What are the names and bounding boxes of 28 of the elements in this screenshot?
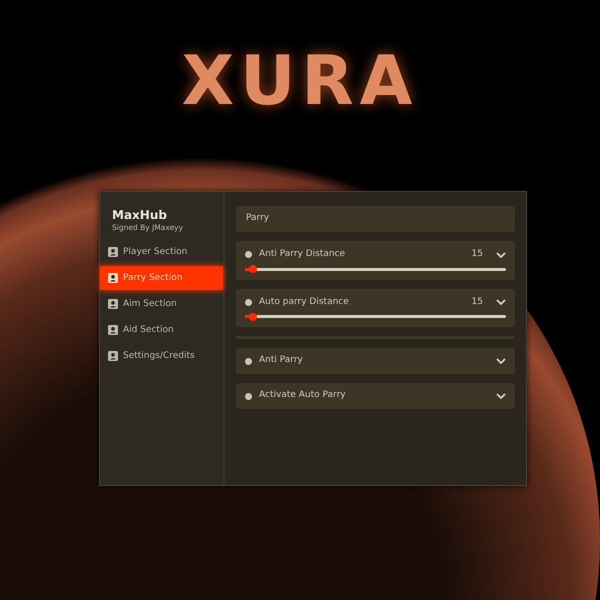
- slider-label: Anti Parry Distance: [259, 248, 346, 261]
- slider-thumb[interactable]: [249, 265, 258, 273]
- slider-track[interactable]: [245, 268, 506, 270]
- user-icon: [108, 299, 118, 310]
- section-header: Parry: [236, 206, 515, 232]
- slider-value: 15: [472, 296, 483, 308]
- logo-text: XURA: [182, 48, 418, 116]
- slider-value: 15: [472, 248, 483, 261]
- sidebar-item[interactable]: Aim Section: [100, 292, 223, 316]
- slider-thumb[interactable]: [249, 312, 258, 320]
- user-icon: [108, 247, 118, 258]
- sidebar-item[interactable]: Settings/Credits: [100, 344, 223, 368]
- user-icon: [108, 273, 118, 284]
- slider-label: Auto parry Distance: [259, 296, 350, 308]
- user-icon: [108, 325, 118, 336]
- app-title: MaxHub: [111, 208, 168, 223]
- dropdown-card[interactable]: Anti Parry: [236, 348, 515, 374]
- chevron-down-icon: [496, 358, 506, 364]
- chevron-down-icon: [496, 299, 506, 306]
- slider-track[interactable]: [245, 315, 506, 318]
- dropdown-label: Activate Auto Parry: [259, 389, 347, 402]
- dropdown-label: Anti Parry: [259, 354, 304, 368]
- sidebar-item[interactable]: Aid Section: [100, 318, 223, 342]
- chevron-down-icon: [496, 393, 506, 399]
- chevron-down-icon: [496, 252, 506, 258]
- sidebar-item[interactable]: Player Section: [100, 240, 223, 264]
- user-icon: [108, 351, 118, 362]
- dropdown-card[interactable]: Activate Auto Parry: [236, 383, 515, 409]
